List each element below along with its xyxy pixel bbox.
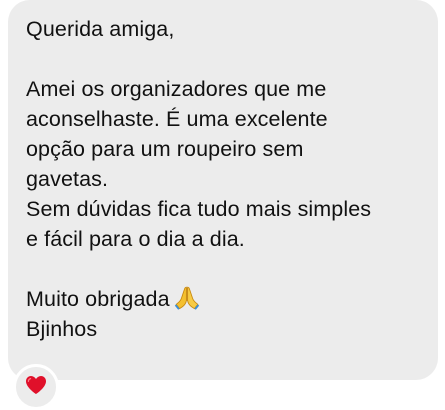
red-heart-icon xyxy=(25,375,47,400)
message-line: Querida amiga, xyxy=(26,17,175,41)
message-line: opção para um roupeiro sem xyxy=(26,137,304,161)
message-line-with-emoji: Muito obrigada xyxy=(26,284,422,314)
message-line: e fácil para o dia a dia. xyxy=(26,227,245,251)
message-line: Muito obrigada xyxy=(26,287,170,311)
folded-hands-icon xyxy=(174,284,200,311)
message-line: gavetas. xyxy=(26,167,109,191)
message-line: aconselhaste. É uma excelente xyxy=(26,107,328,131)
heart-reaction-badge[interactable] xyxy=(13,364,59,410)
message-line: Amei os organizadores que me xyxy=(26,77,327,101)
message-line: Sem dúvidas fica tudo mais simples xyxy=(26,197,372,221)
message-bubble[interactable]: Querida amiga, Amei os organizadores que… xyxy=(8,0,438,380)
message-line: Bjinhos xyxy=(26,317,98,341)
